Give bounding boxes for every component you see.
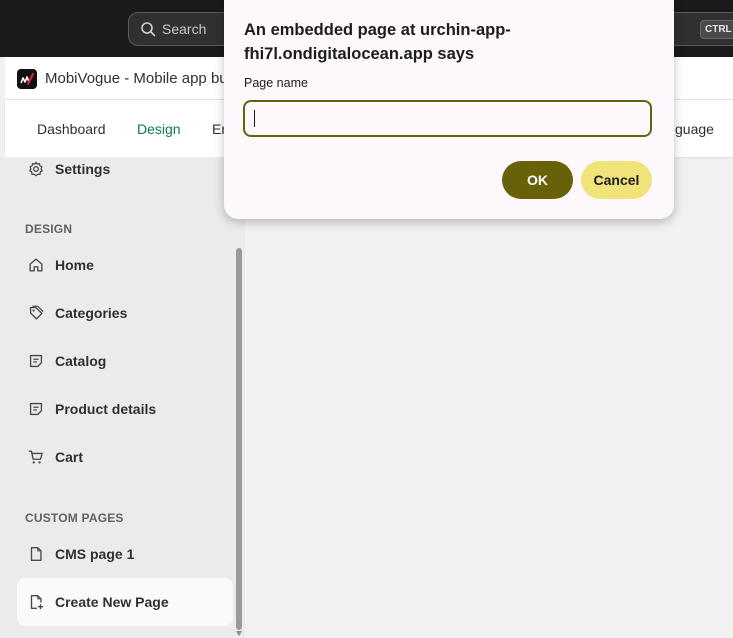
tab-language[interactable]: guage (675, 121, 714, 137)
dialog-title: An embedded page at urchin-app-fhi7l.ond… (244, 21, 511, 63)
sidebar-item-label: Catalog (55, 353, 107, 369)
sidebar-item-home[interactable]: Home (17, 245, 233, 285)
sidebar-item-label: CMS page 1 (55, 546, 135, 562)
sidebar-item-catalog[interactable]: Catalog (17, 341, 233, 381)
sidebar-item-product-details[interactable]: Product details (17, 389, 233, 429)
sidebar-item-label: Categories (55, 305, 128, 321)
sidebar: Settings DESIGN Home Categories Catalog … (0, 157, 245, 638)
tab-dashboard[interactable]: Dashboard (37, 121, 106, 137)
section-title-custom-pages: CUSTOM PAGES (25, 511, 124, 525)
sidebar-item-label: Home (55, 257, 94, 273)
sidebar-item-label: Settings (55, 161, 111, 177)
cancel-button[interactable]: Cancel (581, 161, 652, 199)
gear-icon (29, 161, 43, 177)
sidebar-item-settings[interactable]: Settings (17, 149, 233, 189)
keyboard-shortcut-badge: CTRL (700, 20, 733, 39)
page-name-input[interactable] (243, 100, 652, 137)
page-add-icon (30, 595, 44, 610)
sidebar-item-label: Cart (55, 449, 84, 465)
app-title: MobiVogue - Mobile app bu (45, 70, 228, 87)
tab-design[interactable]: Design (137, 121, 181, 137)
cart-icon (28, 450, 43, 464)
search-placeholder: Search (162, 21, 207, 37)
home-icon (29, 258, 43, 272)
ok-button[interactable]: OK (502, 161, 573, 199)
app-logo (17, 69, 37, 89)
tag-icon (29, 305, 44, 320)
sidebar-item-create-new-page[interactable]: Create New Page (17, 578, 233, 626)
note-icon (29, 402, 43, 416)
dialog-field-label: Page name (244, 76, 308, 90)
sidebar-item-cart[interactable]: Cart (17, 437, 233, 477)
sidebar-scrollbar[interactable] (236, 248, 242, 630)
section-title-design: DESIGN (25, 222, 73, 236)
sidebar-item-label: Create New Page (55, 594, 169, 610)
scroll-down-arrow-icon[interactable] (236, 631, 242, 636)
sidebar-item-categories[interactable]: Categories (17, 293, 233, 333)
sidebar-item-label: Product details (55, 401, 157, 417)
search-icon (141, 22, 156, 37)
note-icon (29, 354, 43, 368)
page-icon (30, 547, 42, 561)
text-cursor (254, 110, 255, 127)
prompt-dialog: An embedded page at urchin-app-fhi7l.ond… (224, 0, 674, 219)
sidebar-item-cms-page-1[interactable]: CMS page 1 (17, 534, 233, 574)
